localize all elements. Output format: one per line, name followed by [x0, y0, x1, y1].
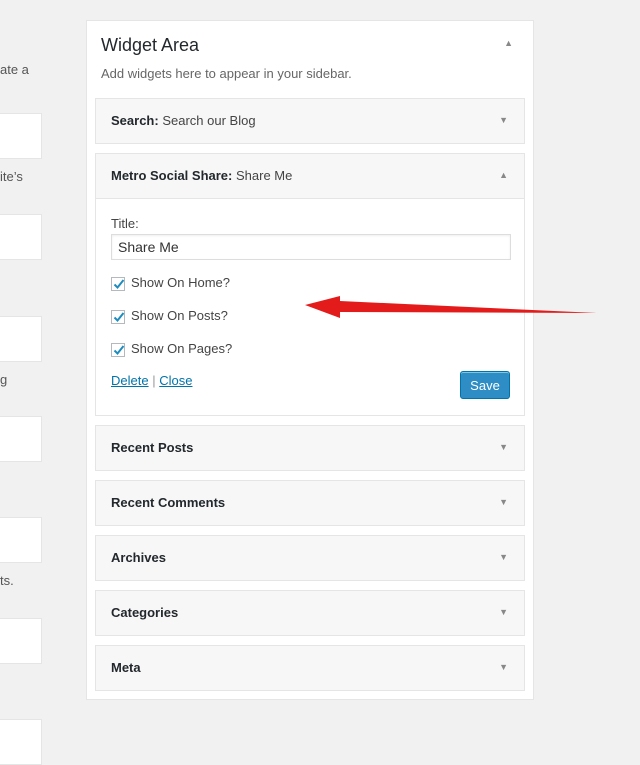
show-on-home-option[interactable]: Show On Home? — [111, 275, 230, 291]
left-input-fragment[interactable] — [0, 416, 42, 462]
show-on-posts-label: Show On Posts? — [131, 308, 228, 323]
widget-actions: Delete | Close — [111, 373, 192, 388]
show-on-pages-checkbox[interactable] — [111, 342, 125, 357]
triangle-down-icon[interactable]: ▼ — [499, 552, 508, 562]
close-link[interactable]: Close — [159, 373, 192, 388]
show-on-pages-label: Show On Pages? — [131, 341, 233, 356]
left-text-fragment: ate a — [0, 62, 29, 77]
left-text-fragment: g — [0, 372, 8, 387]
widget-header[interactable]: Metro Social Share: Share Me ▲ — [96, 154, 524, 198]
widget-header[interactable]: Meta ▼ — [96, 646, 524, 690]
save-button[interactable]: Save — [460, 371, 510, 399]
widget-name: Search: — [111, 113, 159, 128]
widget-header[interactable]: Archives ▼ — [96, 536, 524, 580]
show-on-pages-option[interactable]: Show On Pages? — [111, 341, 232, 357]
triangle-down-icon[interactable]: ▼ — [499, 497, 508, 507]
check-icon — [113, 278, 125, 289]
left-input-fragment[interactable] — [0, 517, 42, 563]
widget-recent-posts[interactable]: Recent Posts ▼ — [95, 425, 525, 471]
widget-meta[interactable]: Meta ▼ — [95, 645, 525, 691]
title-label: Title: — [111, 216, 139, 231]
widget-categories[interactable]: Categories ▼ — [95, 590, 525, 636]
widget-header[interactable]: Categories ▼ — [96, 591, 524, 635]
left-input-fragment[interactable] — [0, 316, 42, 362]
widget-area-description: Add widgets here to appear in your sideb… — [101, 66, 352, 81]
triangle-up-icon[interactable]: ▲ — [499, 170, 508, 180]
left-text-fragment: ts. — [0, 573, 14, 588]
left-input-fragment[interactable] — [0, 113, 42, 159]
left-input-fragment[interactable] — [0, 618, 42, 664]
widget-subtitle: Search our Blog — [162, 113, 256, 128]
widget-area-title: Widget Area — [101, 35, 200, 55]
action-separator: | — [152, 373, 156, 388]
triangle-down-icon[interactable]: ▼ — [499, 115, 508, 125]
delete-link[interactable]: Delete — [111, 373, 149, 388]
check-icon — [113, 311, 125, 322]
check-icon — [113, 344, 125, 355]
left-text-fragment: ite’s — [0, 169, 23, 184]
annotation-arrow-icon — [305, 296, 597, 318]
left-input-fragment[interactable] — [0, 719, 42, 765]
show-on-posts-checkbox[interactable] — [111, 309, 125, 324]
widget-name: Archives — [111, 550, 166, 565]
widget-name: Categories — [111, 605, 179, 620]
triangle-down-icon[interactable]: ▼ — [499, 607, 508, 617]
left-input-fragment[interactable] — [0, 214, 42, 260]
widget-archives[interactable]: Archives ▼ — [95, 535, 525, 581]
widget-header[interactable]: Recent Comments ▼ — [96, 481, 524, 525]
widget-name: Recent Posts — [111, 440, 194, 455]
widget-header[interactable]: Search: Search our Blog ▼ — [96, 99, 524, 143]
widget-name: Meta — [111, 660, 141, 675]
widget-name: Recent Comments — [111, 495, 226, 510]
widget-search[interactable]: Search: Search our Blog ▼ — [95, 98, 525, 144]
widget-name: Metro Social Share: — [111, 168, 233, 183]
widget-area-panel: Widget Area ▲ Add widgets here to appear… — [86, 20, 534, 700]
widget-header[interactable]: Recent Posts ▼ — [96, 426, 524, 470]
show-on-home-checkbox[interactable] — [111, 276, 125, 291]
triangle-up-icon[interactable]: ▲ — [504, 38, 513, 48]
triangle-down-icon[interactable]: ▼ — [499, 662, 508, 672]
title-input[interactable] — [111, 234, 511, 260]
triangle-down-icon[interactable]: ▼ — [499, 442, 508, 452]
widget-subtitle: Share Me — [236, 168, 293, 183]
show-on-home-label: Show On Home? — [131, 275, 230, 290]
show-on-posts-option[interactable]: Show On Posts? — [111, 308, 228, 324]
widget-recent-comments[interactable]: Recent Comments ▼ — [95, 480, 525, 526]
